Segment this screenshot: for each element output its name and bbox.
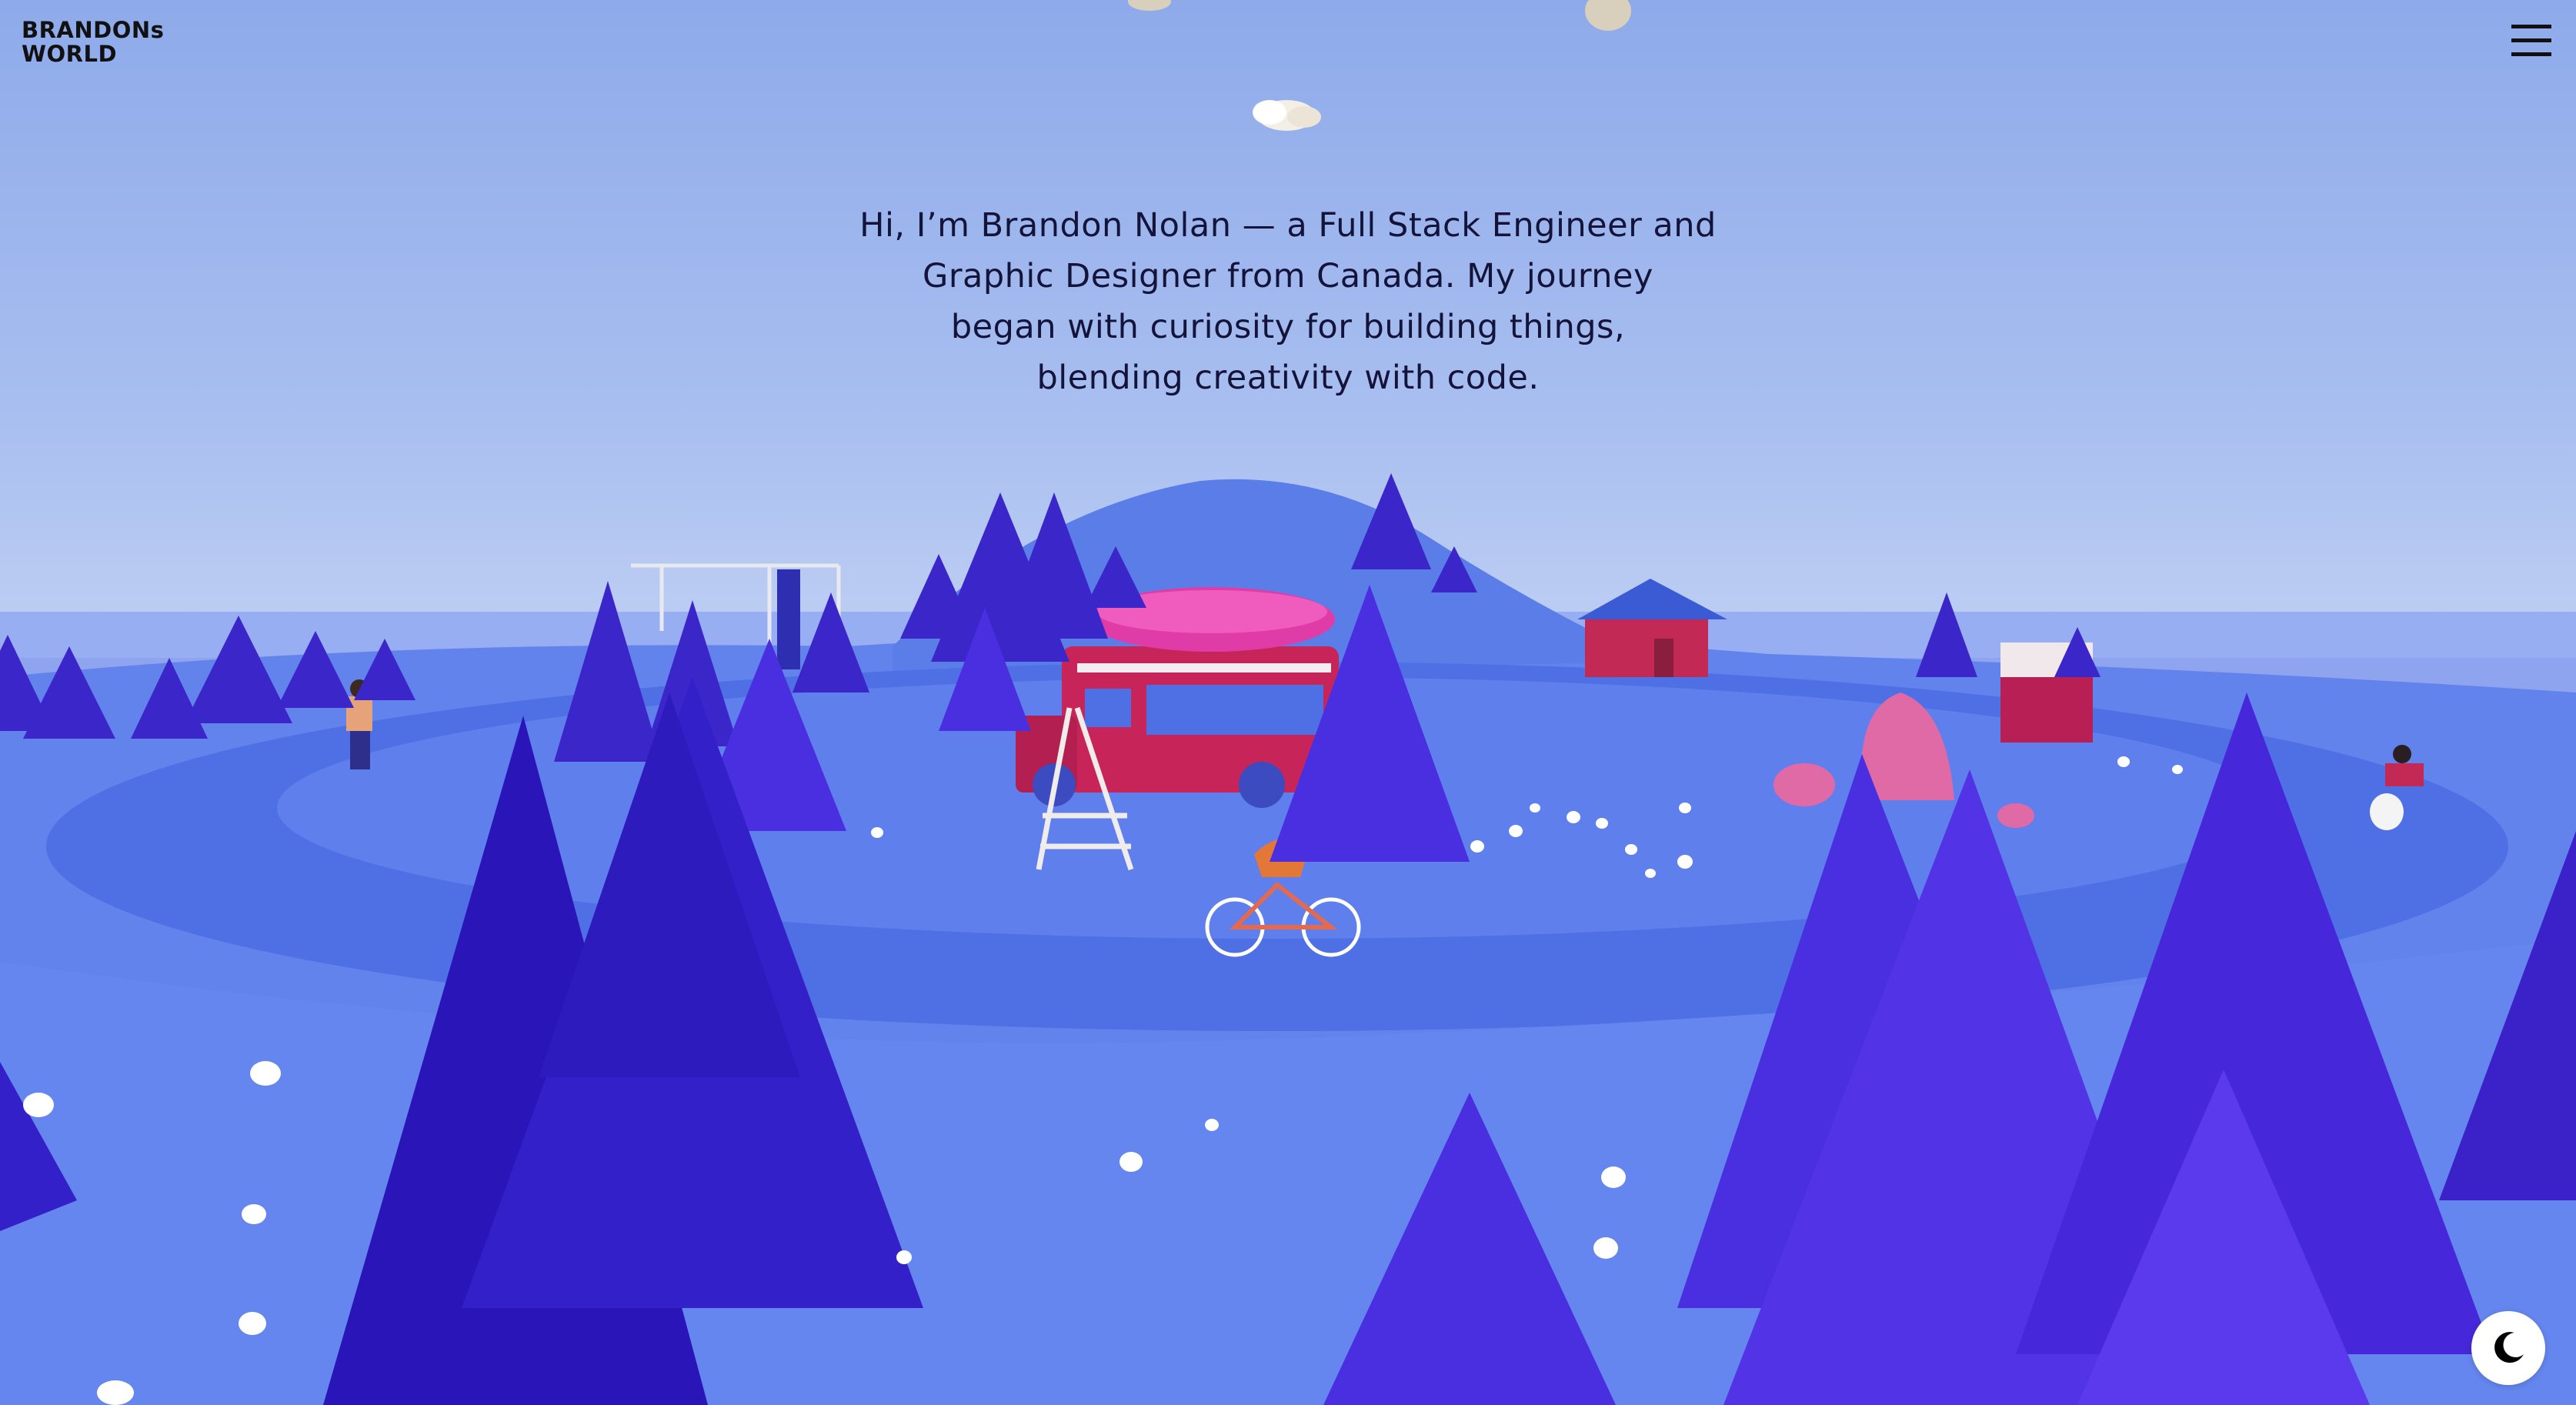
intro-line-3: began with curiosity for building things…: [950, 308, 1626, 346]
menu-bar: [2511, 25, 2551, 28]
moon-icon: [2494, 1332, 2524, 1363]
logo-line-1: BRANDONs: [22, 17, 165, 43]
site-logo[interactable]: BRANDONs WORLD: [22, 18, 164, 66]
scene-stage: BRANDONs WORLD Hi, I’m Brandon Nolan — a…: [0, 0, 2576, 1405]
cloud-icon: [1253, 100, 1321, 131]
intro-text: Hi, I’m Brandon Nolan — a Full Stack Eng…: [826, 200, 1750, 403]
intro-line-1: Hi, I’m Brandon Nolan — a Full Stack Eng…: [859, 206, 1717, 245]
red-cabin: [1577, 579, 1727, 677]
logo-line-2: WORLD: [22, 41, 118, 67]
menu-bar: [2511, 38, 2551, 42]
hamburger-menu-icon[interactable]: [2508, 22, 2554, 60]
intro-line-2: Graphic Designer from Canada. My journey: [923, 257, 1653, 295]
floating-rock: [1585, 0, 1631, 31]
crane-tower: [777, 569, 800, 669]
intro-line-4: blending creativity with code.: [1036, 359, 1540, 397]
menu-bar: [2511, 52, 2551, 56]
floating-rock: [1128, 0, 1171, 11]
theme-toggle-button[interactable]: [2471, 1311, 2545, 1385]
